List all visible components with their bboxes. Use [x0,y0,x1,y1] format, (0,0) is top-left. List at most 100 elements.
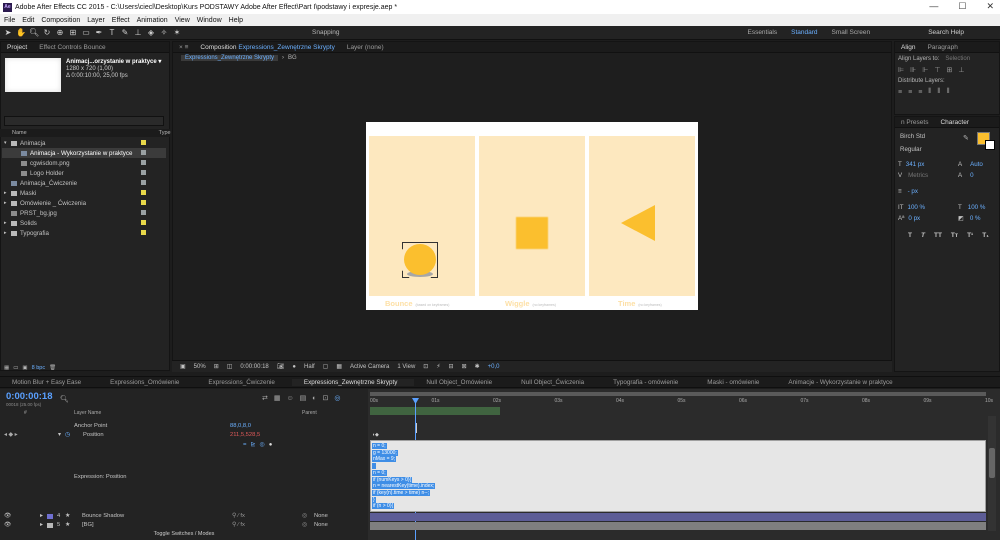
frame-blending-icon[interactable]: ▤ [300,394,307,402]
baseline-field[interactable]: 0 px [908,215,920,222]
vscale-field[interactable]: 100 % [908,204,926,211]
visibility-eye-icon[interactable]: 👁︎ [4,513,11,519]
dist-left-icon[interactable]: ⦀ [928,88,931,96]
workspace-essentials[interactable]: Essentials [747,29,777,36]
anchor-point-value[interactable]: 88,0,8,0 [230,423,251,429]
label-color-swatch[interactable] [141,180,146,185]
project-item[interactable]: Animacja - Wykorzystanie w praktyce [2,148,166,158]
layer-row[interactable]: 👁︎ ▸ 4 ★ Bounce Shadow ⚲ ⁄ fx ◎ None [0,513,368,521]
dist-hcenter-icon[interactable]: ⦀ [937,88,940,96]
expression-editor[interactable] [370,440,986,512]
kerning-field[interactable]: Metrics [908,172,928,179]
layer-bar-bounce-shadow[interactable] [370,513,986,521]
timeline-icon[interactable]: ⊟ [449,363,454,370]
menu-edit[interactable]: Edit [18,17,37,24]
tl-tab-typografia[interactable]: Typografia - omówienie [601,379,695,386]
tl-tab-expressions-zewnetrzne[interactable]: Expressions_Zewnętrzne Skrypty [291,378,415,386]
breadcrumb-active-comp[interactable]: Expressions_Zewnętrzne Skrypty [181,55,279,61]
timeline-current-time[interactable]: 0:00:00:18 [6,391,52,402]
timeline-search-icon[interactable]: 🔍︎ [60,395,69,403]
align-to-dropdown[interactable]: Selection [945,56,970,62]
label-color-swatch[interactable] [141,200,146,205]
menu-help[interactable]: Help [225,17,246,24]
roto-tool-icon[interactable]: ✧ [159,28,169,38]
project-item[interactable]: cgwisdom.png [2,158,166,168]
view-layout-dropdown[interactable]: 1 View [397,364,415,370]
layer-bar-bg[interactable] [370,522,986,530]
pan-behind-tool-icon[interactable]: ⊞ [68,28,78,38]
all-caps-button[interactable]: TT [934,232,942,239]
toggle-pixel-aspect-icon[interactable]: ⊡ [423,363,428,370]
tab-paragraph[interactable]: Paragraph [921,44,963,51]
menu-window[interactable]: Window [193,17,225,24]
search-help-field[interactable]: Search Help [928,29,964,36]
pen-tool-icon[interactable]: ✒ [94,28,104,38]
rectangle-tool-icon[interactable]: ▭ [81,28,91,38]
camera-tool-icon[interactable]: ⊕ [55,28,65,38]
mask-visibility-icon[interactable]: ◫ [227,363,233,370]
faux-italic-button[interactable]: T [921,232,925,239]
label-color-swatch[interactable] [141,210,146,215]
comp-flowchart-icon[interactable]: ⇄ [262,394,268,402]
tab-effect-controls[interactable]: Effect Controls Bounce [33,44,111,51]
label-color-swatch[interactable] [141,230,146,235]
expression-pickwhip-icon[interactable]: ◎ [260,441,265,448]
type-tool-icon[interactable]: T [107,28,117,38]
label-color-swatch[interactable] [141,190,146,195]
magnification-dropdown[interactable]: 50% [194,364,206,370]
project-item[interactable]: ▸ Omówienie _ Ćwiczenia [2,198,166,208]
work-area-bar[interactable] [370,392,986,396]
layer-name[interactable]: Bounce Shadow [82,513,124,519]
expression-language-icon[interactable]: ● [269,442,273,448]
tsume-field[interactable]: 0 % [970,215,981,222]
close-button[interactable]: ✕ [986,1,994,12]
tab-presets[interactable]: n Presets [895,119,934,126]
project-item[interactable]: ▸ Typografia [2,228,166,238]
tl-tab-expressions-omowienie[interactable]: Expressions_Omówienie [98,379,196,386]
menu-view[interactable]: View [171,17,193,24]
project-item[interactable]: PRST_bg.jpg [2,208,166,218]
layer-name[interactable]: [BG] [82,522,94,528]
project-item[interactable]: ▾ Animacja [2,138,166,148]
column-type[interactable]: Type [159,130,171,136]
draft-3d-icon[interactable]: ▦ [274,394,281,402]
tab-project[interactable]: Project [1,44,33,51]
clone-tool-icon[interactable]: ⊥ [133,28,143,38]
stroke-width-field[interactable]: - px [908,188,918,195]
visibility-eye-icon[interactable]: 👁︎ [4,522,11,528]
dist-right-icon[interactable]: ⦀ [946,88,949,96]
delete-icon[interactable]: 🗑︎ [49,365,56,371]
label-color-swatch[interactable] [141,160,146,165]
leading-field[interactable]: Auto [970,161,983,168]
show-channel-icon[interactable]: ● [292,364,296,370]
tl-tab-animacje[interactable]: Animacje - Wykorzystanie w praktyce [776,379,909,386]
workspace-standard[interactable]: Standard [791,29,817,36]
folder-expand-icon[interactable]: ▸ [4,200,11,206]
workspace-small-screen[interactable]: Small Screen [832,29,871,36]
always-preview-icon[interactable]: ▣ [180,363,186,370]
time-triangle[interactable] [619,203,657,243]
interpret-footage-icon[interactable]: ▦ [4,365,9,371]
brush-tool-icon[interactable]: ✎ [120,28,130,38]
comp-name[interactable]: Animacj...orzystanie w praktyce ▾ [66,58,161,65]
label-color-swatch[interactable] [141,140,146,145]
tl-tab-null-omowienie[interactable]: Null Object_Omówienie [414,379,509,386]
subscript-button[interactable]: T₁ [982,232,989,239]
tab-close-icon[interactable]: × ≡ [173,44,194,51]
bit-depth-button[interactable]: 8 bpc [32,365,45,371]
label-color-swatch[interactable] [141,170,146,175]
tab-align[interactable]: Align [895,44,921,51]
motion-blur-icon[interactable]: ◐ [312,395,316,402]
dist-vcenter-icon[interactable]: ≡ [908,89,912,96]
align-left-icon[interactable]: ⊫ [898,66,904,74]
shy-icon[interactable]: ☺ [287,395,294,402]
folder-expand-icon[interactable]: ▸ [4,190,11,196]
snapshot-icon[interactable]: 📷︎ [277,363,285,370]
timeline-scrollbar[interactable] [988,416,996,531]
font-family-dropdown[interactable]: Birch Std [900,133,925,140]
graph-editor-icon[interactable]: ⊡ [323,394,329,402]
parent-dropdown[interactable]: None [314,522,328,528]
new-folder-icon[interactable]: ▭ [13,365,18,371]
new-comp-icon[interactable]: ▣ [22,365,27,371]
maximize-button[interactable]: ☐ [958,1,966,12]
